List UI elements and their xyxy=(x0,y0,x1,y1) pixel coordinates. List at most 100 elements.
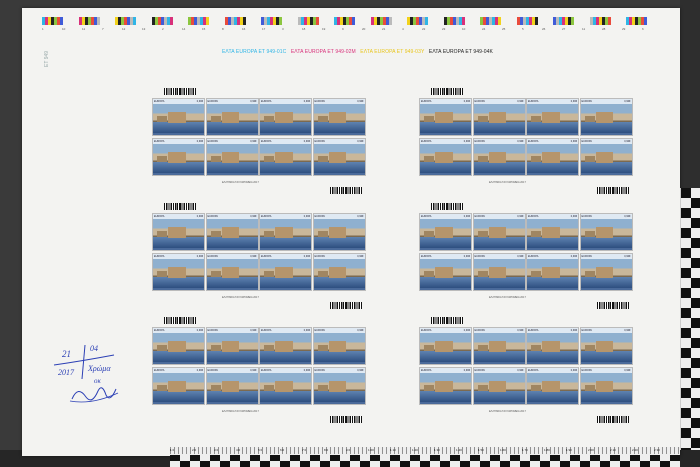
stamp-europa-label: EUROPA xyxy=(474,100,485,103)
stamp: EUROPA 0,90€ xyxy=(526,138,579,176)
color-bar-number: 1 xyxy=(42,27,44,31)
stamp-europa-label: EUROPA xyxy=(474,329,485,332)
color-bar-number: 10 xyxy=(462,27,466,31)
stamp-value-label: 0,90€ xyxy=(517,140,524,143)
color-patch-group xyxy=(626,17,647,25)
ruler-label: 3 0 xyxy=(214,448,219,452)
stamp: EUROPA 0,90€ xyxy=(205,213,259,251)
stamp-value-label: 0,90€ xyxy=(517,329,524,332)
stamp-europa-label: EUROPA xyxy=(528,140,539,143)
stamp: EUROPA 0,90€ xyxy=(472,213,526,251)
ruler-label: 2 00 xyxy=(588,448,594,452)
stamp: EUROPA 0,90€ xyxy=(312,98,366,136)
color-patch-group xyxy=(297,17,319,25)
color-patch-group xyxy=(78,17,100,25)
stamp: EUROPA 0,90€ xyxy=(312,367,366,405)
color-bar-number: 25 xyxy=(502,27,506,31)
stamp-value-label: 0,90€ xyxy=(303,369,310,372)
color-bar-number: 3 xyxy=(282,27,284,31)
stamp-europa-label: EUROPA xyxy=(474,140,485,143)
color-bar-number: 12 xyxy=(122,27,126,31)
stamp: EUROPA 0,90€ xyxy=(205,367,259,405)
color-patch-group xyxy=(115,17,136,25)
color-patch-group xyxy=(151,17,173,25)
ruler-label: 1 20 xyxy=(412,448,418,452)
color-registration-bar: 1 10 11 7 12 13 2 14 15 8 16 17 3 18 19 9 20 21 4 22 23 10 24 2… xyxy=(42,17,662,31)
stamp-block: EUROPA 0,90€ EUROPA 0,90€ EUROPA 0,90€ EUROPA 0… xyxy=(419,203,633,311)
pencil-note: ΕΤ 949 xyxy=(44,50,50,67)
stamp-europa-label: EUROPA xyxy=(261,369,272,372)
color-patch-group xyxy=(261,17,282,25)
stamp: EUROPA 0,90€ xyxy=(526,367,579,405)
barcode xyxy=(164,88,196,97)
ruler-label: 2 30 xyxy=(654,448,660,452)
stamp-europa-label: EUROPA xyxy=(314,369,325,372)
stamp-value-label: 0,90€ xyxy=(357,100,364,103)
stamp-europa-label: EUROPA xyxy=(314,140,325,143)
handwritten-signature: 21 04 2017 Χρώμα οκ xyxy=(53,344,119,403)
color-patch-group xyxy=(188,17,209,25)
stamp-europa-label: EUROPA xyxy=(474,215,485,218)
color-bar-number: 5 xyxy=(522,27,524,31)
stamp-value-label: 0,90€ xyxy=(196,255,203,258)
stamp: EUROPA 0,90€ xyxy=(579,253,633,291)
stamp: EUROPA 0,90€ xyxy=(579,327,633,365)
stamp: EUROPA 0,90€ xyxy=(152,138,205,176)
color-bar-number: 17 xyxy=(262,27,266,31)
color-bar-number: 22 xyxy=(422,27,426,31)
stamp-value-label: 0,90€ xyxy=(463,140,470,143)
stamp-europa-label: EUROPA xyxy=(581,140,592,143)
stamp-europa-label: EUROPA xyxy=(421,329,432,332)
stamp: EUROPA 0,90€ xyxy=(526,213,579,251)
stamp-value-label: 0,90€ xyxy=(624,140,631,143)
color-bar-number: 16 xyxy=(242,27,246,31)
color-bar-number: 20 xyxy=(362,27,366,31)
stamp-value-label: 0,90€ xyxy=(303,215,310,218)
color-patch-group xyxy=(334,17,355,25)
barcode xyxy=(330,416,362,425)
stamp-europa-label: EUROPA xyxy=(528,255,539,258)
barcode xyxy=(431,88,463,97)
color-bar-number: 18 xyxy=(302,27,306,31)
color-bar-number: 26 xyxy=(542,27,546,31)
color-patch-group xyxy=(370,17,392,25)
stamp: EUROPA 0,90€ xyxy=(205,98,259,136)
scale-ruler-horizontal: 1 0 2 0 3 0 4 0 5 0 6 0 7 0 8 0 9 0 1 00 1 10 1 20 1… xyxy=(170,447,680,467)
stamp: EUROPA 0,90€ xyxy=(152,213,205,251)
scale-ruler-vertical xyxy=(680,188,700,450)
stamp-value-label: 0,90€ xyxy=(250,329,257,332)
stamp-value-label: 0,90€ xyxy=(624,215,631,218)
stamp: EUROPA 0,90€ xyxy=(259,253,312,291)
stamp-europa-label: EUROPA xyxy=(261,329,272,332)
color-bar-number: 13 xyxy=(142,27,146,31)
color-patch-group xyxy=(407,17,428,25)
color-bar-number: 9 xyxy=(342,27,344,31)
ruler-label: 1 30 xyxy=(434,448,440,452)
stamp-value-label: 0,90€ xyxy=(303,255,310,258)
hw-day: 21 xyxy=(62,349,71,359)
stamp-grid: EUROPA 0,90€ EUROPA 0,90€ EUROPA 0,90€ EUROPA 0… xyxy=(419,98,633,178)
color-bar-number: 7 xyxy=(102,27,104,31)
color-bar-number: 23 xyxy=(442,27,446,31)
stamp-europa-label: EUROPA xyxy=(154,100,165,103)
block-footer-text: ΕΛΛΗΝΙΚΑ ΤΑΧΥΔΡΟΜΕΙΑ 2017 xyxy=(222,296,259,299)
stamp-value-label: 0,90€ xyxy=(303,100,310,103)
color-bar-numbers: 1 10 11 7 12 13 2 14 15 8 16 17 3 18 19 9 20 21 4 22 23 10 24 2… xyxy=(42,27,662,33)
stamp-europa-label: EUROPA xyxy=(154,255,165,258)
ruler-label: 1 10 xyxy=(390,448,396,452)
stamp-value-label: 0,90€ xyxy=(196,140,203,143)
block-footer-text: ΕΛΛΗΝΙΚΑ ΤΑΧΥΔΡΟΜΕΙΑ 2017 xyxy=(222,181,259,184)
stamp-grid: EUROPA 0,90€ EUROPA 0,90€ EUROPA 0,90€ EUROPA 0… xyxy=(152,327,366,407)
stamp-europa-label: EUROPA xyxy=(154,215,165,218)
color-bar-number: 10 xyxy=(62,27,66,31)
hw-year: 2017 xyxy=(58,368,75,377)
stamp-value-label: 0,90€ xyxy=(357,329,364,332)
stamp-block: EUROPA 0,90€ EUROPA 0,90€ EUROPA 0,90€ EUROPA 0… xyxy=(152,88,366,196)
color-patch-group xyxy=(516,17,538,25)
stamp-value-label: 0,90€ xyxy=(250,100,257,103)
hw-word: Χρώμα xyxy=(87,364,111,373)
color-bar-number: 27 xyxy=(562,27,566,31)
barcode xyxy=(431,317,463,326)
title-yellow: ΕΛΤΑ EUROPA ET 949-03Y xyxy=(360,49,425,55)
stamp: EUROPA 0,90€ xyxy=(472,138,526,176)
